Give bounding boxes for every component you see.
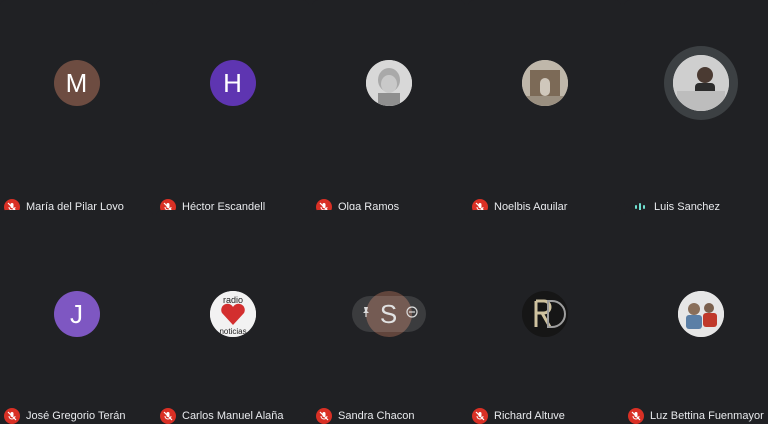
avatar-initial: H (223, 67, 242, 98)
avatar: J (53, 291, 100, 337)
participant-tile[interactable]: Luz Bettina Fuenmayor (624, 210, 768, 424)
person-photo-icon (672, 55, 729, 111)
avatar-logo: radio noticias (209, 291, 256, 337)
mic-off-icon[interactable] (316, 408, 332, 424)
mic-off-icon[interactable] (472, 408, 488, 424)
participant-tile[interactable]: J José Gregorio Terán (0, 210, 153, 424)
mic-off-icon[interactable] (628, 408, 644, 424)
rd-monogram-logo-icon (521, 291, 568, 337)
remove-icon[interactable] (405, 305, 418, 323)
avatar-logo (521, 291, 568, 337)
participant-name: Luz Bettina Fuenmayor (650, 410, 764, 422)
participant-tile-speaking[interactable]: Luis Sanchez (624, 0, 768, 214)
participant-footer: Sandra Chacon (316, 408, 414, 424)
mic-off-icon[interactable] (4, 408, 20, 424)
participant-footer: José Gregorio Terán (4, 408, 125, 424)
participant-grid: M María del Pilar Loyo H Héctor Escandel… (0, 0, 768, 424)
avatar-photo (365, 60, 412, 106)
participant-tile[interactable]: Olga Ramos (312, 0, 465, 215)
svg-text:noticias: noticias (219, 327, 246, 336)
mic-off-icon[interactable] (160, 408, 176, 424)
participant-footer: Luz Bettina Fuenmayor (628, 408, 764, 424)
participant-name: José Gregorio Terán (26, 410, 126, 422)
group-photo-icon (677, 291, 724, 337)
radio-noticias-logo-icon: radio noticias (209, 291, 256, 337)
participant-tile[interactable]: H Héctor Escandell (156, 0, 309, 215)
avatar-initial: J (70, 298, 83, 329)
hover-actions (351, 296, 426, 332)
avatar-photo (677, 291, 724, 337)
participant-footer: Richard Altuve (472, 408, 565, 424)
participant-footer: Carlos Manuel Alaña (160, 408, 284, 424)
pin-icon[interactable] (360, 305, 372, 323)
participant-name: Sandra Chacon (338, 410, 415, 422)
avatar: M (53, 60, 100, 106)
participant-tile[interactable]: radio noticias Carlos Manuel Alaña (156, 210, 309, 424)
participant-name: Richard Altuve (494, 410, 565, 422)
avatar-photo (672, 55, 729, 111)
participant-tile[interactable]: S Sandra Chacon (312, 210, 465, 424)
participant-tile[interactable]: M María del Pilar Loyo (0, 0, 153, 215)
participant-tile[interactable]: Noelbis Aguilar (468, 0, 621, 215)
participant-tile[interactable]: Richard Altuve (468, 210, 621, 424)
participant-name: Carlos Manuel Alaña (182, 410, 284, 422)
svg-text:radio: radio (222, 295, 242, 305)
arch-photo-icon (521, 60, 568, 106)
child-photo-icon (365, 60, 412, 106)
avatar: H (209, 60, 256, 106)
avatar-initial: M (65, 67, 88, 98)
avatar-photo (521, 60, 568, 106)
